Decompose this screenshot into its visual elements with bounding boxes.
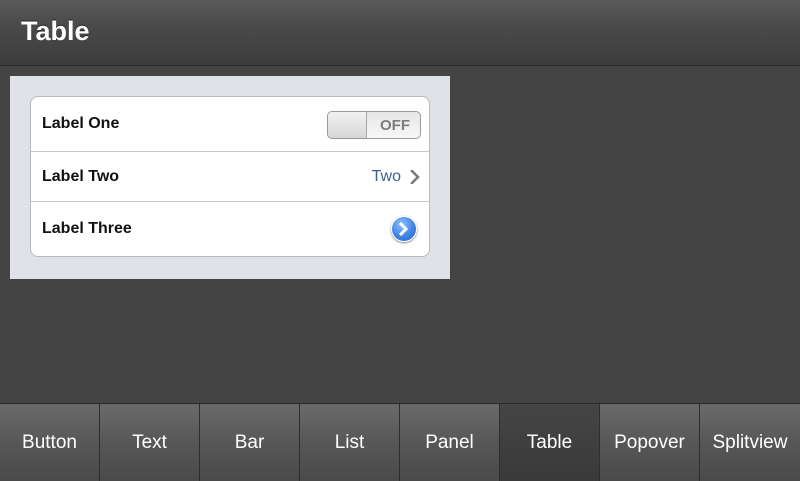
tab-panel[interactable]: Panel — [400, 404, 500, 481]
bottom-tab-bar: Button Text Bar List Panel Table Popover… — [0, 403, 800, 481]
row-label: Label One — [42, 115, 120, 132]
toggle-knob[interactable] — [328, 112, 367, 138]
row-label: Label Two — [42, 167, 120, 185]
row-label: Label Three — [42, 220, 132, 237]
title-bar: Table — [0, 0, 800, 66]
tab-bar[interactable]: Bar — [200, 404, 300, 481]
table-row-label-three: Label Three — [31, 202, 429, 256]
table-row-label-two[interactable]: Label Two Two — [31, 152, 429, 202]
toggle-switch[interactable]: OFF — [327, 111, 421, 139]
table-panel: Label One OFF Label Two Two Label Three — [10, 76, 450, 279]
chevron-right-icon — [409, 168, 421, 185]
grouped-table: Label One OFF Label Two Two Label Three — [30, 96, 430, 257]
detail-disclosure-icon[interactable] — [391, 216, 417, 242]
tab-button[interactable]: Button — [0, 404, 100, 481]
tab-text[interactable]: Text — [100, 404, 200, 481]
tab-popover[interactable]: Popover — [600, 404, 700, 481]
row-detail-value: Two — [371, 167, 401, 185]
tab-splitview[interactable]: Splitview — [700, 404, 800, 481]
toggle-state-label: OFF — [380, 117, 410, 134]
page-title: Table — [21, 16, 90, 46]
tab-list[interactable]: List — [300, 404, 400, 481]
table-row-label-one: Label One OFF — [31, 97, 429, 152]
tab-table[interactable]: Table — [500, 404, 600, 481]
